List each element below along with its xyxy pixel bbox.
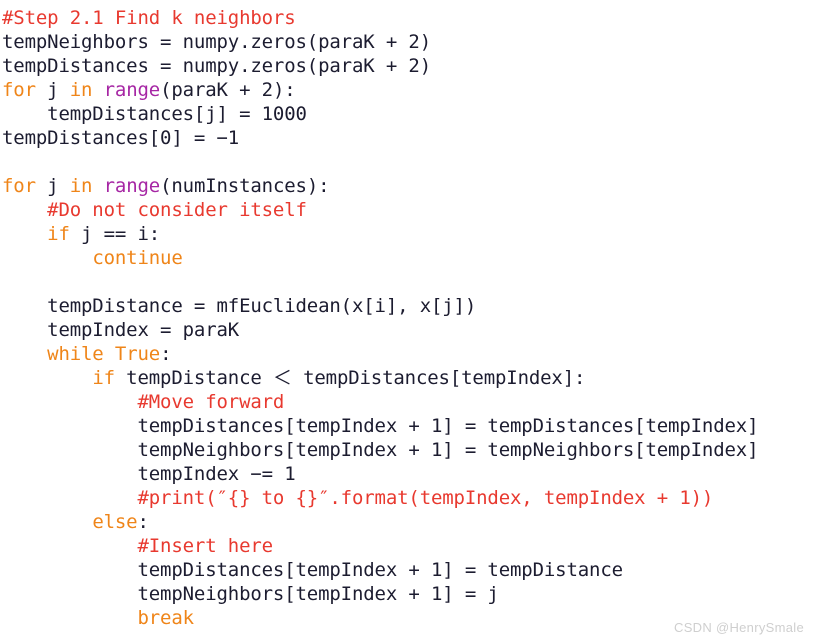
code-line: tempDistances[0] = −1 <box>0 126 816 150</box>
code-line: tempDistances[tempIndex + 1] = tempDista… <box>0 414 816 438</box>
code-token-plain: j == i: <box>69 223 161 245</box>
code-line: while True: <box>0 342 816 366</box>
code-token-plain: (numInstances): <box>160 175 330 197</box>
code-token-plain: tempDistance ＜ tempDistances[tempIndex]: <box>114 367 586 389</box>
code-token-plain: j <box>35 175 70 197</box>
code-token-plain: tempDistance = mfEuclidean(x[i], x[j]) <box>2 295 477 317</box>
code-token-comment: #print(″{} to {}″.format(tempIndex, temp… <box>137 487 714 509</box>
code-line: if tempDistance ＜ tempDistances[tempInde… <box>0 366 816 390</box>
code-token-keyword: while <box>47 343 104 365</box>
code-line: tempIndex −= 1 <box>0 462 816 486</box>
code-token-keyword: break <box>137 607 194 629</box>
code-token-plain: tempDistances = numpy.zeros(paraK + 2) <box>2 55 431 77</box>
code-token-comment: #Move forward <box>137 391 285 413</box>
code-lines-container: #Step 2.1 Find k neighbors tempNeighbors … <box>0 6 816 630</box>
code-line: for j in range(numInstances): <box>0 174 816 198</box>
code-token-plain: tempDistances[j] = 1000 <box>2 103 307 125</box>
code-token-plain: tempIndex = paraK <box>2 319 240 341</box>
code-token-plain: tempNeighbors[tempIndex + 1] = j <box>2 583 499 605</box>
code-token-plain: (paraK + 2): <box>160 79 296 101</box>
code-block: #Step 2.1 Find k neighbors tempNeighbors … <box>0 6 816 641</box>
code-line: #Do not consider itself <box>0 198 816 222</box>
code-token-plain: : <box>137 511 149 533</box>
code-token-keyword: if <box>92 367 115 389</box>
code-token-keyword: True <box>114 343 161 365</box>
code-token-plain: tempDistances[0] = −1 <box>2 127 240 149</box>
code-line: if j == i: <box>0 222 816 246</box>
code-token-keyword: if <box>47 223 70 245</box>
code-token-plain: tempDistances[tempIndex + 1] = tempDista… <box>2 415 759 437</box>
code-line: #print(″{} to {}″.format(tempIndex, temp… <box>0 486 816 510</box>
code-token-plain: j <box>35 79 70 101</box>
code-token-keyword: in <box>69 79 93 101</box>
code-token-comment: #Step 2.1 Find k neighbors <box>2 7 296 29</box>
code-line: for j in range(paraK + 2): <box>0 78 816 102</box>
code-line: else: <box>0 510 816 534</box>
code-line: tempNeighbors[tempIndex + 1] = j <box>0 582 816 606</box>
code-token-keyword: for <box>2 79 36 101</box>
code-line: continue <box>0 246 816 270</box>
code-line: #Move forward <box>0 390 816 414</box>
code-line: #Step 2.1 Find k neighbors <box>0 6 816 30</box>
code-line: tempDistance = mfEuclidean(x[i], x[j]) <box>0 294 816 318</box>
code-line: tempNeighbors = numpy.zeros(paraK + 2) <box>0 30 816 54</box>
code-token-plain: tempNeighbors[tempIndex + 1] = tempNeigh… <box>2 439 759 461</box>
code-line: tempNeighbors[tempIndex + 1] = tempNeigh… <box>0 438 816 462</box>
code-line: tempDistances[tempIndex + 1] = tempDista… <box>0 558 816 582</box>
code-token-plain: tempIndex −= 1 <box>2 463 296 485</box>
code-token-keyword: else <box>92 511 138 533</box>
code-token-plain: tempNeighbors = numpy.zeros(paraK + 2) <box>2 31 431 53</box>
code-line: tempIndex = paraK <box>0 318 816 342</box>
code-token-keyword: continue <box>92 247 183 269</box>
code-token-plain: tempDistances[tempIndex + 1] = tempDista… <box>2 559 623 581</box>
code-line: tempDistances = numpy.zeros(paraK + 2) <box>0 54 816 78</box>
code-line: #Insert here <box>0 534 816 558</box>
code-token-comment: #Insert here <box>137 535 273 557</box>
code-token-builtin: range <box>103 175 161 197</box>
code-token-builtin: range <box>103 79 161 101</box>
code-line: tempDistances[j] = 1000 <box>0 102 816 126</box>
code-token-keyword: in <box>69 175 93 197</box>
code-token-keyword: for <box>2 175 36 197</box>
code-token-plain: : <box>160 343 172 365</box>
watermark: CSDN @HenrySmale <box>674 620 804 635</box>
code-token-comment: #Do not consider itself <box>47 199 307 221</box>
